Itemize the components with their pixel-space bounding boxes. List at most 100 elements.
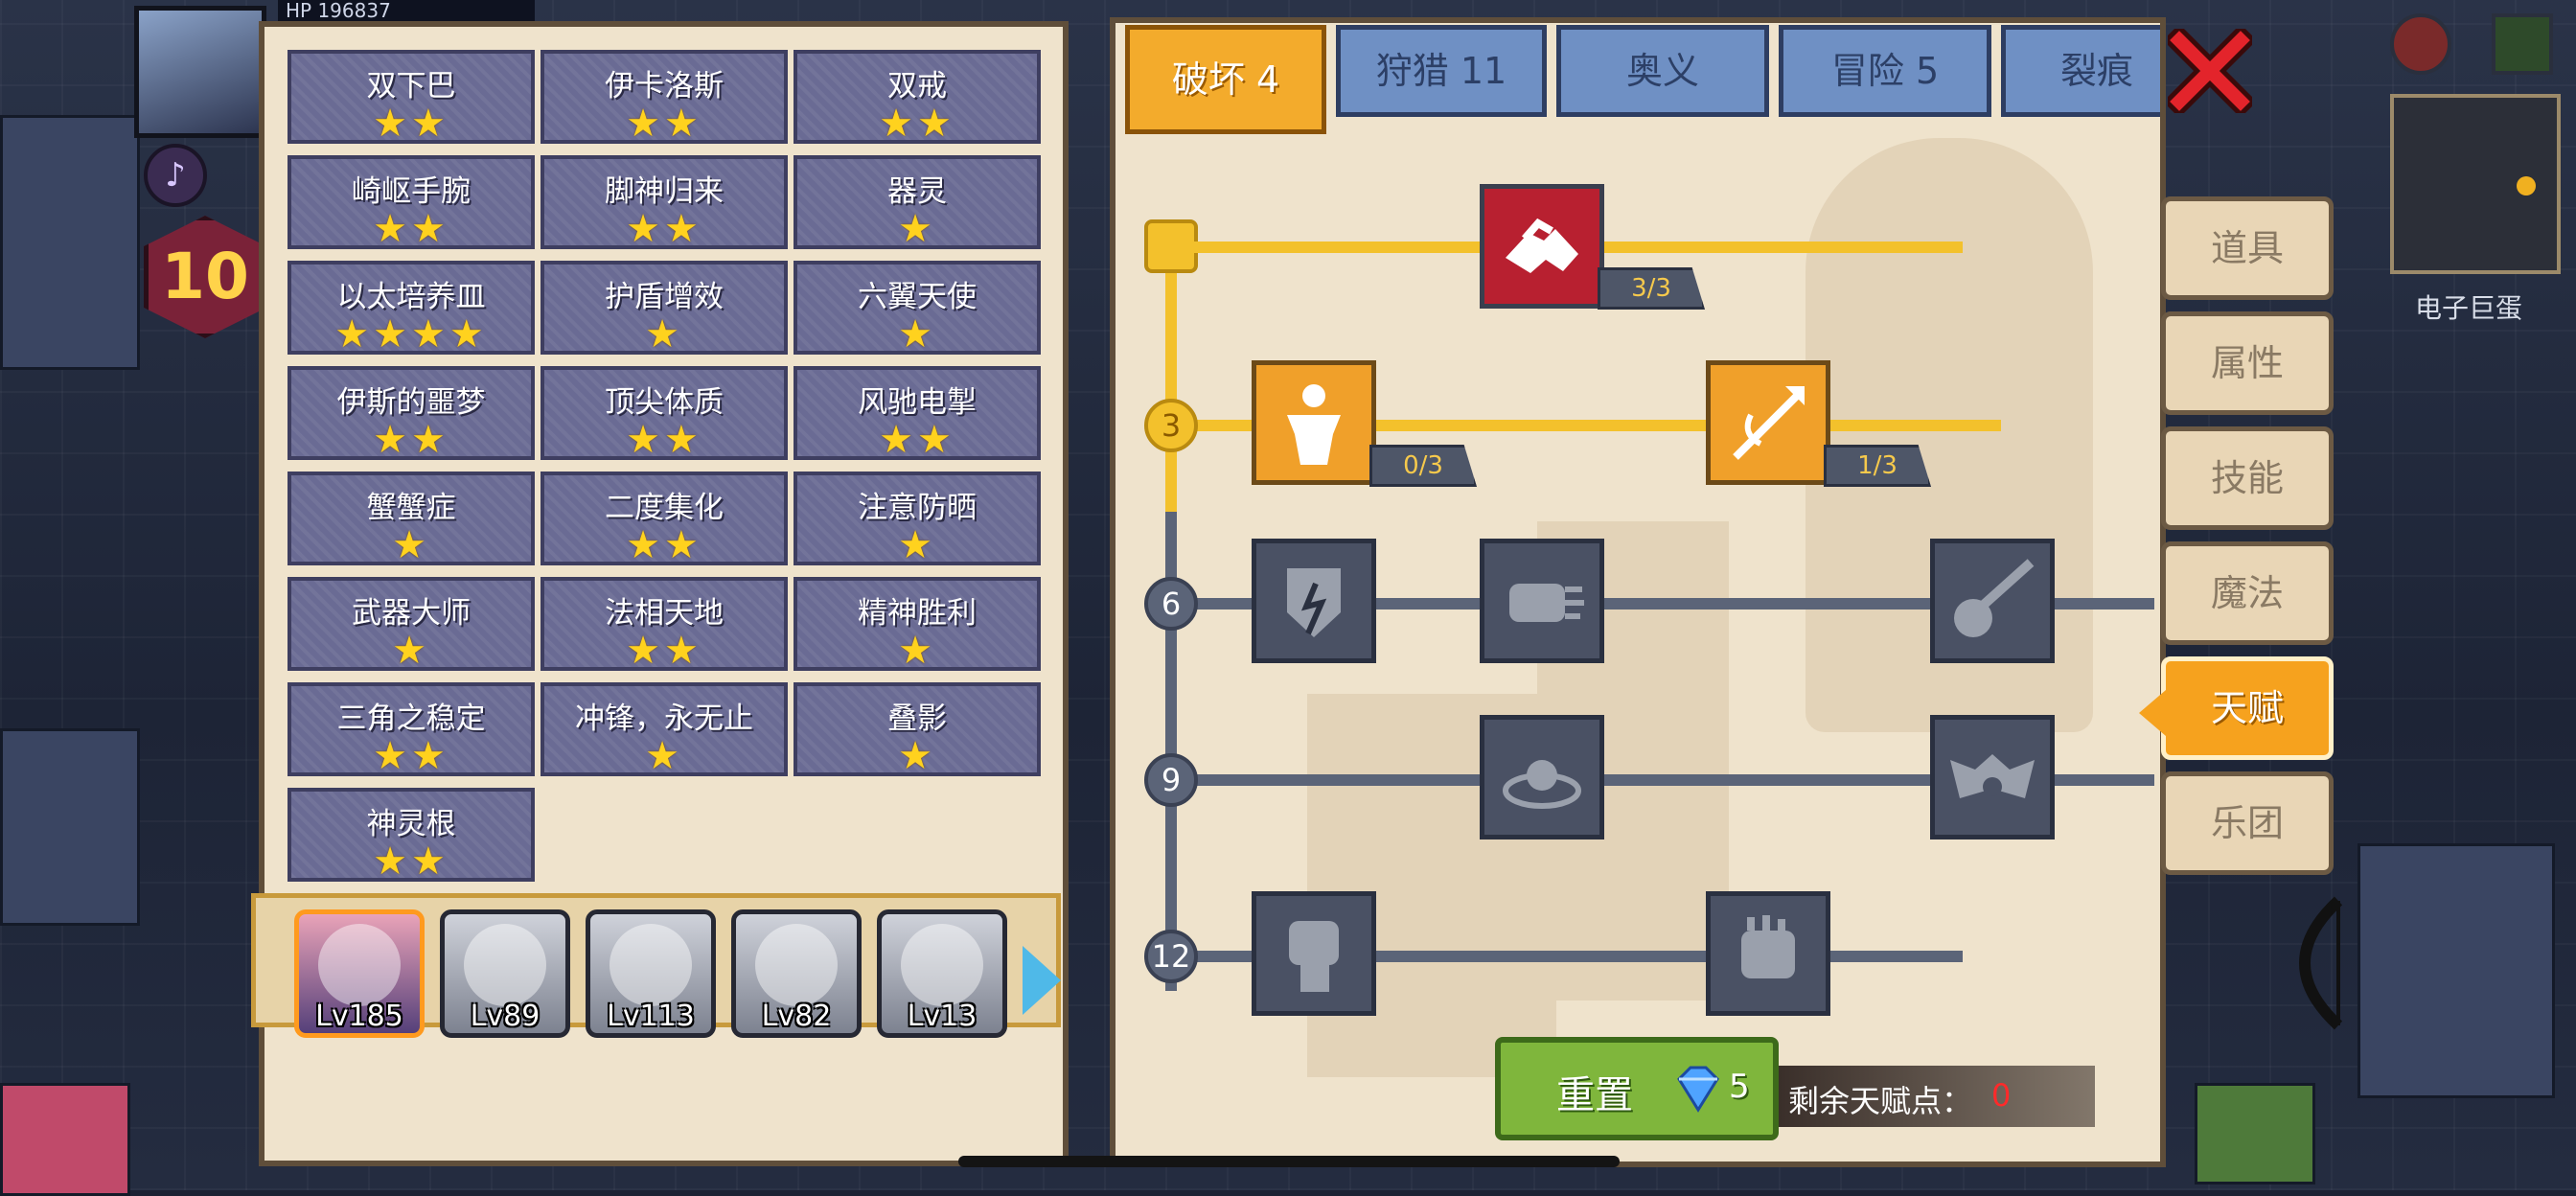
trait-stars: ★ — [898, 312, 936, 356]
trait-name: 器灵 — [887, 174, 947, 209]
trait-card[interactable]: 以太培养皿 ★★★★ — [288, 261, 535, 355]
hero-portrait — [318, 924, 401, 1006]
hero-select-bar: Lv185 Lv89 Lv113 Lv82 Lv13 — [251, 893, 1061, 1038]
talent-node-bat[interactable] — [1930, 715, 2055, 840]
trait-stars: ★ — [898, 207, 936, 251]
trait-panel: 双下巴 ★★ 伊卡洛斯 ★★ 双戒 ★★ 崎岖手腕 ★★ 脚神归来 ★★ 器灵 ★ 以太培养… — [251, 21, 1069, 1166]
menu-band[interactable]: 乐团 — [2161, 771, 2334, 875]
trait-card[interactable]: 伊斯的噩梦 ★★ — [288, 366, 535, 460]
menu-talent[interactable]: 天赋 — [2139, 656, 2334, 760]
trait-card[interactable]: 伊卡洛斯 ★★ — [540, 50, 788, 144]
trait-name: 三角之稳定 — [336, 702, 486, 736]
close-icon[interactable] — [2168, 29, 2252, 113]
tab-rift[interactable]: 裂痕 — [2001, 25, 2160, 117]
trait-card[interactable]: 护盾增效 ★ — [540, 261, 788, 355]
trait-card[interactable]: 法相天地 ★★ — [540, 577, 788, 671]
trait-card[interactable]: 风驰电掣 ★★ — [794, 366, 1041, 460]
trait-name: 伊卡洛斯 — [605, 69, 724, 104]
hero-level: Lv82 — [761, 1000, 832, 1033]
hero-slot[interactable]: Lv113 — [586, 909, 716, 1038]
trait-stars: ★★ — [626, 523, 702, 567]
globe-icon[interactable] — [2390, 13, 2451, 75]
talent-node-fist-punch[interactable] — [1480, 539, 1604, 663]
trait-stars: ★★ — [879, 418, 955, 462]
hero-slot[interactable]: Lv82 — [731, 909, 862, 1038]
broken-shield-icon — [1287, 568, 1341, 637]
talent-node-arrow[interactable] — [1706, 360, 1830, 485]
home-indicator[interactable] — [958, 1156, 1620, 1167]
hero-level: Lv185 — [315, 1000, 403, 1033]
trait-stars: ★★ — [626, 418, 702, 462]
trait-card[interactable]: 器灵 ★ — [794, 155, 1041, 249]
hero-portrait — [755, 924, 838, 1006]
bg-wall — [0, 728, 140, 926]
trait-card[interactable]: 脚神归来 ★★ — [540, 155, 788, 249]
minimap[interactable] — [2390, 94, 2561, 274]
trait-card[interactable]: 蟹蟹症 ★ — [288, 472, 535, 565]
trait-card[interactable]: 神灵根 ★★ — [288, 788, 535, 882]
trait-card[interactable]: 六翼天使 ★ — [794, 261, 1041, 355]
menu-items[interactable]: 道具 — [2161, 196, 2334, 300]
bow-weapon-icon[interactable] — [2262, 891, 2367, 1035]
trait-card[interactable]: 叠影 ★ — [794, 682, 1041, 776]
tier-marker-9: 9 — [1144, 753, 1198, 807]
trait-name: 神灵根 — [366, 807, 456, 841]
reset-cost: 5 — [1729, 1068, 1750, 1106]
trait-card[interactable]: 三角之稳定 ★★ — [288, 682, 535, 776]
tab-adventure[interactable]: 冒险 5 — [1779, 25, 1991, 117]
trait-stars: ★★ — [373, 418, 449, 462]
talent-node-shield-break[interactable] — [1252, 539, 1376, 663]
trait-name: 伊斯的噩梦 — [336, 385, 486, 420]
menu-skills[interactable]: 技能 — [2161, 426, 2334, 530]
expand-icon[interactable] — [2492, 13, 2553, 75]
menu-attributes[interactable]: 属性 — [2161, 311, 2334, 415]
hero-slot[interactable]: Lv185 — [294, 909, 425, 1038]
trait-name: 叠影 — [887, 702, 947, 736]
raised-fist-icon — [1289, 921, 1339, 992]
next-arrow-icon[interactable] — [1023, 946, 1061, 1015]
talent-node-raised-fist[interactable] — [1252, 891, 1376, 1016]
trait-stars: ★★ — [373, 734, 449, 778]
tier-marker-12: 12 — [1144, 930, 1198, 983]
talent-node-strength[interactable] — [1252, 360, 1376, 485]
trait-name: 法相天地 — [605, 596, 724, 631]
player-avatar[interactable] — [134, 6, 266, 138]
talent-node-grip[interactable] — [1706, 891, 1830, 1016]
music-note-icon[interactable]: ♪ — [144, 144, 207, 207]
trait-card[interactable]: 崎岖手腕 ★★ — [288, 155, 535, 249]
reset-button[interactable]: 重置 5 — [1495, 1037, 1779, 1140]
trait-card[interactable]: 双下巴 ★★ — [288, 50, 535, 144]
tab-destroy[interactable]: 破坏 4 — [1125, 25, 1326, 134]
trait-name: 蟹蟹症 — [366, 491, 456, 525]
talent-panel: 破坏 4 狩猎 11 奥义 冒险 5 裂痕 3 6 9 12 3/3 0/3 1… — [1110, 17, 2166, 1167]
hero-slot[interactable]: Lv89 — [440, 909, 570, 1038]
tab-hunt[interactable]: 狩猎 11 — [1336, 25, 1547, 117]
bg-wall — [2358, 843, 2555, 1098]
trait-stars: ★ — [898, 629, 936, 673]
tab-mystery[interactable]: 奥义 — [1556, 25, 1769, 117]
trait-stars: ★ — [898, 523, 936, 567]
trait-stars: ★★ — [373, 840, 449, 884]
talent-node-handshake[interactable] — [1480, 184, 1604, 309]
menu-talent-label: 天赋 — [2210, 687, 2284, 729]
punch-fist-icon — [1509, 584, 1584, 622]
trait-card[interactable]: 注意防晒 ★ — [794, 472, 1041, 565]
category-tabs: 破坏 4 狩猎 11 奥义 冒险 5 裂痕 — [1125, 25, 2160, 134]
trait-name: 注意防晒 — [858, 491, 977, 525]
trait-card[interactable]: 二度集化 ★★ — [540, 472, 788, 565]
hero-portrait — [610, 924, 692, 1006]
hero-slot[interactable]: Lv13 — [877, 909, 1007, 1038]
trait-name: 护盾增效 — [605, 280, 724, 314]
menu-magic[interactable]: 魔法 — [2161, 541, 2334, 645]
trait-card[interactable]: 顶尖体质 ★★ — [540, 366, 788, 460]
talent-node-blast[interactable] — [1930, 539, 2055, 663]
tree-spine-progress — [1165, 248, 1177, 512]
talent-node-ripple[interactable] — [1480, 715, 1604, 840]
trait-name: 风驰电掣 — [858, 385, 977, 420]
trait-card[interactable]: 冲锋，永无止 ★ — [540, 682, 788, 776]
trait-card[interactable]: 武器大师 ★ — [288, 577, 535, 671]
trait-card[interactable]: 双戒 ★★ — [794, 50, 1041, 144]
trait-card[interactable]: 精神胜利 ★ — [794, 577, 1041, 671]
talent-count: 3/3 — [1598, 267, 1705, 310]
trait-name: 二度集化 — [605, 491, 724, 525]
